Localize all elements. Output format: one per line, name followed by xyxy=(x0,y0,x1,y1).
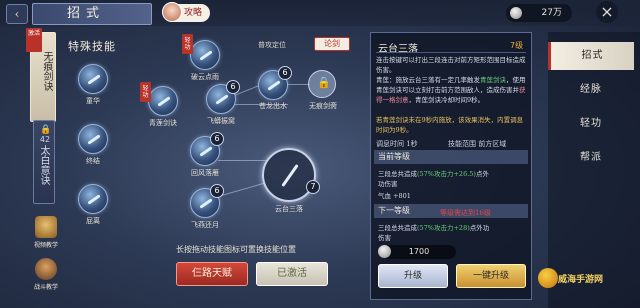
close-button[interactable]: × xyxy=(596,1,618,23)
skill-label: 童华 xyxy=(86,97,100,105)
video-tutorial-label: 视频教学 xyxy=(33,242,58,249)
skill-tonghua[interactable] xyxy=(78,64,108,94)
qinggong-tag: 轻功 xyxy=(140,82,151,102)
desc-line: ，青莲剑诀 xyxy=(408,96,442,104)
current-qi: 气血 +801 xyxy=(378,192,411,200)
detail-note: 若青莲剑诀未在9秒内施放，该效果消失，内置调息时间为9秒。 xyxy=(376,116,524,134)
effect-text: 三段总共造成 xyxy=(378,224,417,232)
skill-label: 云台三落 xyxy=(275,205,303,213)
skill-label: 飞蟒振窝 xyxy=(207,117,235,125)
next-level-requirement: 等级需达到16级 xyxy=(440,209,491,217)
desc-highlight: 青莲剑诀 xyxy=(480,76,506,84)
skill-yuntai-selected[interactable] xyxy=(262,148,316,202)
lock-icon: 🔒 xyxy=(40,125,52,135)
skill-book-locked[interactable]: 🔒 42 太白意诀 xyxy=(33,120,55,204)
back-button[interactable]: ‹ xyxy=(6,4,28,24)
skill-poyun[interactable] xyxy=(190,40,220,70)
effect-text: 三段总共造成 xyxy=(378,170,417,178)
unlock-level: 42 xyxy=(39,135,51,144)
skill-label: 破云点雨 xyxy=(191,73,219,81)
upgrade-button[interactable]: 升级 xyxy=(378,264,448,288)
range-text: 技能范围 前方区域 xyxy=(448,140,507,148)
detail-description: 连击按键可以打出三段连击对前方矩形范围目标造成伤害。 青莲：施放云台三落有一定几… xyxy=(376,55,528,105)
level-badge: 6 xyxy=(226,80,240,94)
skill-label: 无痕剑斋 xyxy=(309,102,337,110)
tab-qinggong[interactable]: 轻功 xyxy=(548,110,634,138)
cooldown-text: 调息时间 1秒 xyxy=(376,140,418,148)
silver-coin-icon xyxy=(378,245,391,258)
tree-connector xyxy=(217,182,265,197)
next-level-effect: 伤害 xyxy=(378,234,391,242)
watermark-logo xyxy=(538,268,558,288)
current-level-header: 当前等级 xyxy=(374,150,528,164)
battle-tutorial-label: 战斗教学 xyxy=(33,284,58,291)
battle-tutorial-button[interactable]: 战斗教学 xyxy=(32,258,60,291)
video-tutorial-button[interactable]: 视频教学 xyxy=(32,216,60,249)
sword-icon xyxy=(281,163,299,188)
watermark: 威海手游网 xyxy=(558,275,604,285)
tree-connector xyxy=(218,160,268,161)
skill-book-name: 无痕剑诀 xyxy=(41,51,52,91)
activated-tag: 激活 xyxy=(26,28,42,52)
lunjian-badge[interactable]: 论剑 xyxy=(314,37,350,51)
activated-button[interactable]: 已激活 xyxy=(256,262,328,286)
locked-book-name: 太白意诀 xyxy=(38,145,49,185)
effect-value: (57%攻击力+28) xyxy=(417,224,470,232)
upgrade-all-button[interactable]: 一键升级 xyxy=(456,264,526,288)
book-icon xyxy=(35,216,57,238)
drag-hint: 长按拖动技能图标可置换技能位置 xyxy=(176,245,296,254)
silver-coin-icon xyxy=(510,7,522,19)
skill-zhongjie[interactable] xyxy=(78,124,108,154)
skill-label: 飞燕还月 xyxy=(191,221,219,229)
tab-zhaoshi[interactable]: 招式 xyxy=(548,42,634,70)
skill-pili[interactable] xyxy=(78,184,108,214)
effect-text: 点外 xyxy=(475,170,489,178)
skill-label: 回风落雁 xyxy=(191,169,219,177)
current-level-effect: 三段总共造成(57%攻击力+26.5)点外 xyxy=(378,168,489,178)
detail-level: 7级 xyxy=(510,41,524,50)
page-title: 招式 xyxy=(32,3,152,25)
x-icon: × xyxy=(600,2,614,21)
skill-wuhen-locked[interactable]: 🔒 xyxy=(308,70,336,98)
level-badge: 6 xyxy=(210,132,224,146)
section-title: 特殊技能 xyxy=(68,40,116,53)
arrow-left-icon: ‹ xyxy=(14,7,20,21)
skill-label: 苍龙出水 xyxy=(259,102,287,110)
equip-note: 普攻定位 xyxy=(258,41,286,49)
level-badge: 7 xyxy=(306,180,320,194)
qinggong-tag: 轻功 xyxy=(182,34,193,54)
tab-bangpai[interactable]: 帮派 xyxy=(548,144,634,172)
skill-label: 屁离 xyxy=(86,217,100,225)
effect-text: 点外功 xyxy=(469,224,490,232)
desc-line: 冷却时间9秒。 xyxy=(441,96,485,104)
desc-line: 连击按键可以打出三段连击对前方矩形范围目标造成伤害。 xyxy=(376,56,526,74)
upgrade-cost: 1700 xyxy=(382,245,456,259)
guide-avatar[interactable] xyxy=(162,2,182,22)
skill-qinglian[interactable] xyxy=(148,86,178,116)
skill-label: 青莲剑诀 xyxy=(149,119,177,127)
skill-label: 终结 xyxy=(86,157,100,165)
tab-jingmai[interactable]: 经脉 xyxy=(548,76,634,104)
current-level-effect: 功伤害 xyxy=(378,180,398,188)
lock-icon: 🔒 xyxy=(317,76,331,89)
level-badge: 6 xyxy=(210,184,224,198)
divider xyxy=(376,52,526,53)
warrior-icon xyxy=(35,258,57,280)
talent-button[interactable]: 仨路天赋 xyxy=(176,262,248,286)
effect-value: (57%攻击力+26.5) xyxy=(417,170,476,178)
level-badge: 6 xyxy=(278,66,292,80)
desc-line: 青莲：施放云台三落有一定几率触发 xyxy=(376,76,480,84)
next-level-effect: 三段总共造成(57%攻击力+28)点外功 xyxy=(378,222,489,232)
